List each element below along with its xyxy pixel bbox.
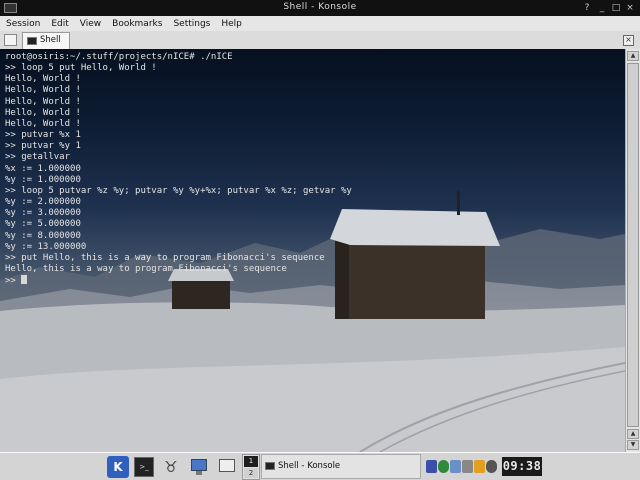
task-label: Shell - Konsole (278, 461, 341, 471)
terminal-line: >> putvar %y 1 (5, 141, 81, 152)
taskbar: K >_ ♉ 1 2 Shell - Konsole 09:38 (0, 452, 640, 480)
desktop-pager[interactable]: 1 2 (242, 454, 260, 480)
menu-bar: Session Edit View Bookmarks Settings Hel… (0, 16, 640, 32)
terminal-line: >> getallvar (5, 152, 71, 163)
terminal-line: %y := 8.000000 (5, 230, 81, 241)
show-desktop-icon[interactable] (188, 457, 210, 477)
clock[interactable]: 09:38 (502, 457, 542, 476)
terminal-line: Hello, this is a way to program Fibonacc… (5, 263, 287, 274)
terminal-line: >> loop 5 put Hello, World ! (5, 63, 157, 74)
help-button[interactable]: ? (582, 3, 592, 13)
taskbar-task-konsole[interactable]: Shell - Konsole (261, 454, 421, 479)
terminal-output: root@osiris:~/.stuff/projects/nICE# ./nI… (5, 52, 352, 287)
editor-launcher-icon[interactable] (216, 457, 238, 477)
menu-help[interactable]: Help (215, 19, 247, 29)
scrollbar-thumb[interactable] (627, 63, 639, 427)
terminal-line: >> putvar %x 1 (5, 130, 81, 141)
close-button[interactable]: × (625, 3, 635, 13)
close-tab-button[interactable]: × (623, 35, 634, 46)
gnu-launcher-icon[interactable]: ♉ (160, 457, 182, 477)
window-title: Shell - Konsole (283, 2, 357, 12)
terminal-line: %y := 5.000000 (5, 219, 81, 230)
new-session-button[interactable] (4, 34, 17, 46)
text-cursor (21, 275, 28, 285)
klipper-icon[interactable] (438, 460, 449, 473)
update-icon[interactable] (486, 460, 497, 473)
menu-settings[interactable]: Settings (167, 19, 215, 29)
terminal-scrollbar[interactable]: ▲ ▲ ▼ (625, 49, 640, 452)
menu-bookmarks[interactable]: Bookmarks (106, 19, 167, 29)
network-icon[interactable] (426, 460, 437, 473)
terminal-icon (265, 462, 275, 470)
scroll-up-arrow-icon[interactable]: ▲ (627, 429, 639, 439)
printer-icon[interactable] (450, 460, 461, 473)
terminal-line: %y := 13.000000 (5, 241, 87, 252)
tab-label: Shell (40, 35, 61, 45)
hut (330, 191, 500, 319)
terminal-line: Hello, World ! (5, 85, 81, 96)
menu-session[interactable]: Session (0, 19, 45, 29)
system-tray (424, 458, 500, 476)
terminal-line: Hello, World ! (5, 118, 81, 129)
scroll-up-arrow-icon[interactable]: ▲ (627, 51, 639, 61)
terminal-line: Hello, World ! (5, 96, 81, 107)
pager-desktop-2[interactable]: 2 (244, 468, 258, 478)
terminal-icon (27, 37, 37, 45)
terminal-view[interactable]: root@osiris:~/.stuff/projects/nICE# ./nI… (0, 49, 625, 452)
tab-shell[interactable]: Shell (22, 32, 70, 49)
terminal-line: %y := 2.000000 (5, 197, 81, 208)
terminal-line: %y := 1.000000 (5, 174, 81, 185)
konsole-launcher-icon[interactable]: >_ (134, 457, 154, 477)
terminal-line: Hello, World ! (5, 74, 81, 85)
terminal-lines: root@osiris:~/.stuff/projects/nICE# ./nI… (5, 52, 352, 274)
maximize-button[interactable]: □ (611, 3, 621, 13)
terminal-line: >> loop 5 putvar %z %y; putvar %y %y+%x;… (5, 185, 352, 196)
minimize-button[interactable]: _ (597, 3, 607, 13)
terminal-line: Hello, World ! (5, 107, 81, 118)
scroll-down-arrow-icon[interactable]: ▼ (627, 440, 639, 450)
pager-desktop-1[interactable]: 1 (244, 456, 258, 467)
terminal-line: >> put Hello, this is a way to program F… (5, 252, 325, 263)
menu-view[interactable]: View (74, 19, 106, 29)
k-menu-button[interactable]: K (107, 456, 129, 478)
keyboard-icon[interactable] (474, 460, 485, 473)
window-titlebar[interactable]: Shell - Konsole ? _ □ × (0, 0, 640, 16)
terminal-line: %x := 1.000000 (5, 163, 81, 174)
volume-icon[interactable] (462, 460, 473, 473)
terminal-line: %y := 3.000000 (5, 208, 81, 219)
tab-bar: Shell × (0, 31, 640, 50)
terminal-line: root@osiris:~/.stuff/projects/nICE# ./nI… (5, 52, 233, 62)
command-prompt: >> (5, 276, 22, 287)
menu-edit[interactable]: Edit (45, 19, 73, 29)
